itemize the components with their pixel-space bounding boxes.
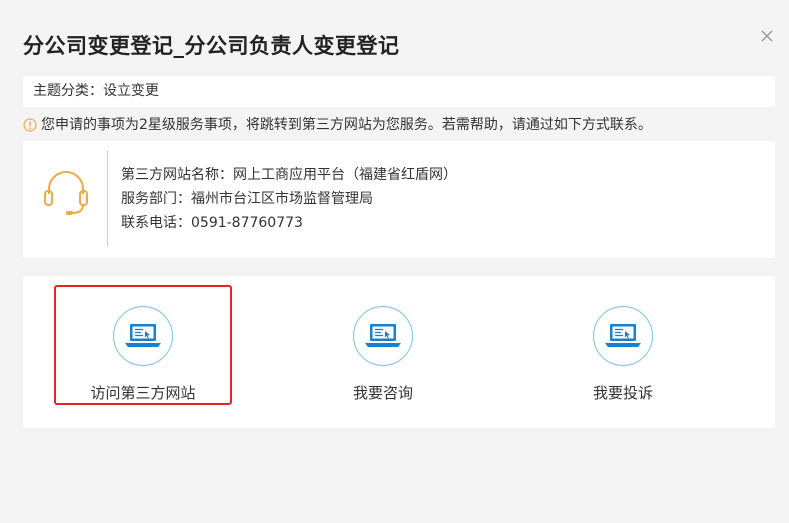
notice: 您申请的事项为2星级服务事项，将跳转到第三方网站为您服务。若需帮助，请通过如下方… bbox=[23, 115, 652, 135]
close-icon[interactable] bbox=[759, 28, 775, 44]
divider bbox=[107, 151, 108, 247]
phone: 联系电话：0591-87760773 bbox=[121, 215, 303, 231]
consult-button[interactable]: 我要咨询 bbox=[294, 287, 472, 407]
laptop-icon bbox=[112, 305, 174, 367]
contact-card: 第三方网站名称：网上工商应用平台（福建省红盾网） 服务部门：福州市台江区市场监督… bbox=[23, 141, 775, 258]
laptop-icon bbox=[352, 305, 414, 367]
laptop-icon bbox=[592, 305, 654, 367]
actions-card: 访问第三方网站 我要咨询 我要投诉 bbox=[23, 276, 775, 428]
consult-label: 我要咨询 bbox=[352, 384, 413, 402]
site-name: 第三方网站名称：网上工商应用平台（福建省红盾网） bbox=[121, 167, 457, 183]
info-icon bbox=[23, 118, 37, 132]
category-text: 主题分类：设立变更 bbox=[33, 83, 159, 99]
category-bar: 主题分类：设立变更 bbox=[23, 76, 775, 107]
complaint-label: 我要投诉 bbox=[592, 384, 653, 402]
headset-icon bbox=[44, 171, 88, 215]
visit-label: 访问第三方网站 bbox=[90, 384, 196, 402]
complaint-button[interactable]: 我要投诉 bbox=[534, 287, 712, 407]
department: 服务部门：福州市台江区市场监督管理局 bbox=[121, 191, 373, 207]
dialog-title: 分公司变更登记_分公司负责人变更登记 bbox=[23, 34, 400, 58]
notice-text: 您申请的事项为2星级服务事项，将跳转到第三方网站为您服务。若需帮助，请通过如下方… bbox=[41, 117, 652, 133]
contact-lines: 第三方网站名称：网上工商应用平台（福建省红盾网） 服务部门：福州市台江区市场监督… bbox=[121, 163, 457, 235]
visit-third-party-site-button[interactable]: 访问第三方网站 bbox=[54, 285, 232, 405]
